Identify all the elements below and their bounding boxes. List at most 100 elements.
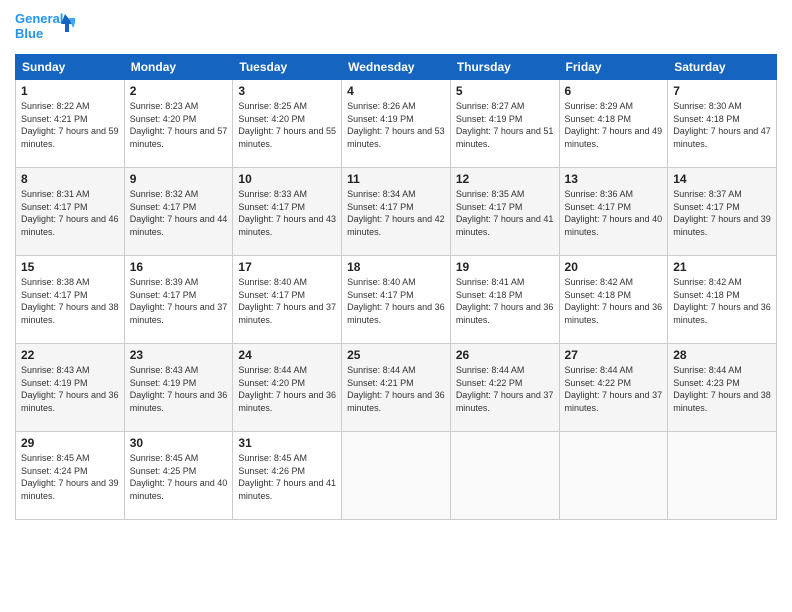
calendar-cell <box>342 432 451 520</box>
calendar-week-row: 29 Sunrise: 8:45 AMSunset: 4:24 PMDaylig… <box>16 432 777 520</box>
cell-text: Sunrise: 8:44 AMSunset: 4:22 PMDaylight:… <box>565 364 663 414</box>
day-number: 12 <box>456 172 554 186</box>
header: General Blue <box>15 10 777 46</box>
day-number: 18 <box>347 260 445 274</box>
calendar-cell: 30 Sunrise: 8:45 AMSunset: 4:25 PMDaylig… <box>124 432 233 520</box>
calendar-cell: 22 Sunrise: 8:43 AMSunset: 4:19 PMDaylig… <box>16 344 125 432</box>
calendar-cell <box>668 432 777 520</box>
day-number: 31 <box>238 436 336 450</box>
cell-text: Sunrise: 8:43 AMSunset: 4:19 PMDaylight:… <box>21 364 119 414</box>
calendar-cell: 11 Sunrise: 8:34 AMSunset: 4:17 PMDaylig… <box>342 168 451 256</box>
calendar-cell: 25 Sunrise: 8:44 AMSunset: 4:21 PMDaylig… <box>342 344 451 432</box>
weekday-header: Saturday <box>668 55 777 80</box>
svg-text:General: General <box>15 11 63 26</box>
cell-text: Sunrise: 8:34 AMSunset: 4:17 PMDaylight:… <box>347 188 445 238</box>
cell-text: Sunrise: 8:45 AMSunset: 4:26 PMDaylight:… <box>238 452 336 502</box>
calendar-cell: 15 Sunrise: 8:38 AMSunset: 4:17 PMDaylig… <box>16 256 125 344</box>
cell-text: Sunrise: 8:44 AMSunset: 4:20 PMDaylight:… <box>238 364 336 414</box>
day-number: 27 <box>565 348 663 362</box>
svg-text:Blue: Blue <box>15 26 43 41</box>
day-number: 10 <box>238 172 336 186</box>
day-number: 20 <box>565 260 663 274</box>
calendar-cell: 10 Sunrise: 8:33 AMSunset: 4:17 PMDaylig… <box>233 168 342 256</box>
weekday-header: Thursday <box>450 55 559 80</box>
calendar-cell: 19 Sunrise: 8:41 AMSunset: 4:18 PMDaylig… <box>450 256 559 344</box>
calendar-cell: 7 Sunrise: 8:30 AMSunset: 4:18 PMDayligh… <box>668 80 777 168</box>
calendar-cell: 2 Sunrise: 8:23 AMSunset: 4:20 PMDayligh… <box>124 80 233 168</box>
cell-text: Sunrise: 8:45 AMSunset: 4:25 PMDaylight:… <box>130 452 228 502</box>
day-number: 11 <box>347 172 445 186</box>
weekday-header: Tuesday <box>233 55 342 80</box>
cell-text: Sunrise: 8:35 AMSunset: 4:17 PMDaylight:… <box>456 188 554 238</box>
cell-text: Sunrise: 8:44 AMSunset: 4:22 PMDaylight:… <box>456 364 554 414</box>
day-number: 8 <box>21 172 119 186</box>
calendar-cell: 20 Sunrise: 8:42 AMSunset: 4:18 PMDaylig… <box>559 256 668 344</box>
day-number: 7 <box>673 84 771 98</box>
cell-text: Sunrise: 8:42 AMSunset: 4:18 PMDaylight:… <box>565 276 663 326</box>
day-number: 15 <box>21 260 119 274</box>
calendar-week-row: 15 Sunrise: 8:38 AMSunset: 4:17 PMDaylig… <box>16 256 777 344</box>
day-number: 22 <box>21 348 119 362</box>
calendar-cell: 18 Sunrise: 8:40 AMSunset: 4:17 PMDaylig… <box>342 256 451 344</box>
calendar-cell: 3 Sunrise: 8:25 AMSunset: 4:20 PMDayligh… <box>233 80 342 168</box>
calendar-cell: 6 Sunrise: 8:29 AMSunset: 4:18 PMDayligh… <box>559 80 668 168</box>
cell-text: Sunrise: 8:44 AMSunset: 4:23 PMDaylight:… <box>673 364 771 414</box>
day-number: 24 <box>238 348 336 362</box>
day-number: 4 <box>347 84 445 98</box>
cell-text: Sunrise: 8:31 AMSunset: 4:17 PMDaylight:… <box>21 188 119 238</box>
cell-text: Sunrise: 8:37 AMSunset: 4:17 PMDaylight:… <box>673 188 771 238</box>
calendar-cell: 13 Sunrise: 8:36 AMSunset: 4:17 PMDaylig… <box>559 168 668 256</box>
calendar-week-row: 8 Sunrise: 8:31 AMSunset: 4:17 PMDayligh… <box>16 168 777 256</box>
calendar-page: General Blue SundayMondayTuesdayWednesda… <box>0 0 792 612</box>
cell-text: Sunrise: 8:30 AMSunset: 4:18 PMDaylight:… <box>673 100 771 150</box>
calendar-cell: 5 Sunrise: 8:27 AMSunset: 4:19 PMDayligh… <box>450 80 559 168</box>
calendar-cell: 29 Sunrise: 8:45 AMSunset: 4:24 PMDaylig… <box>16 432 125 520</box>
calendar-week-row: 22 Sunrise: 8:43 AMSunset: 4:19 PMDaylig… <box>16 344 777 432</box>
cell-text: Sunrise: 8:25 AMSunset: 4:20 PMDaylight:… <box>238 100 336 150</box>
day-number: 23 <box>130 348 228 362</box>
calendar-cell: 23 Sunrise: 8:43 AMSunset: 4:19 PMDaylig… <box>124 344 233 432</box>
day-number: 5 <box>456 84 554 98</box>
day-number: 16 <box>130 260 228 274</box>
cell-text: Sunrise: 8:36 AMSunset: 4:17 PMDaylight:… <box>565 188 663 238</box>
day-number: 13 <box>565 172 663 186</box>
cell-text: Sunrise: 8:23 AMSunset: 4:20 PMDaylight:… <box>130 100 228 150</box>
cell-text: Sunrise: 8:44 AMSunset: 4:21 PMDaylight:… <box>347 364 445 414</box>
cell-text: Sunrise: 8:40 AMSunset: 4:17 PMDaylight:… <box>238 276 336 326</box>
logo: General Blue <box>15 10 75 46</box>
logo-svg: General Blue <box>15 10 75 46</box>
weekday-header: Wednesday <box>342 55 451 80</box>
cell-text: Sunrise: 8:40 AMSunset: 4:17 PMDaylight:… <box>347 276 445 326</box>
cell-text: Sunrise: 8:27 AMSunset: 4:19 PMDaylight:… <box>456 100 554 150</box>
cell-text: Sunrise: 8:42 AMSunset: 4:18 PMDaylight:… <box>673 276 771 326</box>
calendar-cell: 14 Sunrise: 8:37 AMSunset: 4:17 PMDaylig… <box>668 168 777 256</box>
calendar-cell <box>559 432 668 520</box>
weekday-header: Sunday <box>16 55 125 80</box>
day-number: 3 <box>238 84 336 98</box>
day-number: 2 <box>130 84 228 98</box>
cell-text: Sunrise: 8:29 AMSunset: 4:18 PMDaylight:… <box>565 100 663 150</box>
calendar-cell: 17 Sunrise: 8:40 AMSunset: 4:17 PMDaylig… <box>233 256 342 344</box>
cell-text: Sunrise: 8:32 AMSunset: 4:17 PMDaylight:… <box>130 188 228 238</box>
calendar-cell: 1 Sunrise: 8:22 AMSunset: 4:21 PMDayligh… <box>16 80 125 168</box>
cell-text: Sunrise: 8:26 AMSunset: 4:19 PMDaylight:… <box>347 100 445 150</box>
cell-text: Sunrise: 8:22 AMSunset: 4:21 PMDaylight:… <box>21 100 119 150</box>
calendar-cell: 4 Sunrise: 8:26 AMSunset: 4:19 PMDayligh… <box>342 80 451 168</box>
day-number: 1 <box>21 84 119 98</box>
day-number: 19 <box>456 260 554 274</box>
day-number: 21 <box>673 260 771 274</box>
day-number: 6 <box>565 84 663 98</box>
cell-text: Sunrise: 8:39 AMSunset: 4:17 PMDaylight:… <box>130 276 228 326</box>
calendar-cell: 9 Sunrise: 8:32 AMSunset: 4:17 PMDayligh… <box>124 168 233 256</box>
calendar-cell: 24 Sunrise: 8:44 AMSunset: 4:20 PMDaylig… <box>233 344 342 432</box>
calendar-cell: 16 Sunrise: 8:39 AMSunset: 4:17 PMDaylig… <box>124 256 233 344</box>
calendar-cell: 26 Sunrise: 8:44 AMSunset: 4:22 PMDaylig… <box>450 344 559 432</box>
day-number: 9 <box>130 172 228 186</box>
cell-text: Sunrise: 8:45 AMSunset: 4:24 PMDaylight:… <box>21 452 119 502</box>
header-row: SundayMondayTuesdayWednesdayThursdayFrid… <box>16 55 777 80</box>
calendar-cell <box>450 432 559 520</box>
cell-text: Sunrise: 8:33 AMSunset: 4:17 PMDaylight:… <box>238 188 336 238</box>
cell-text: Sunrise: 8:41 AMSunset: 4:18 PMDaylight:… <box>456 276 554 326</box>
calendar-cell: 21 Sunrise: 8:42 AMSunset: 4:18 PMDaylig… <box>668 256 777 344</box>
day-number: 26 <box>456 348 554 362</box>
